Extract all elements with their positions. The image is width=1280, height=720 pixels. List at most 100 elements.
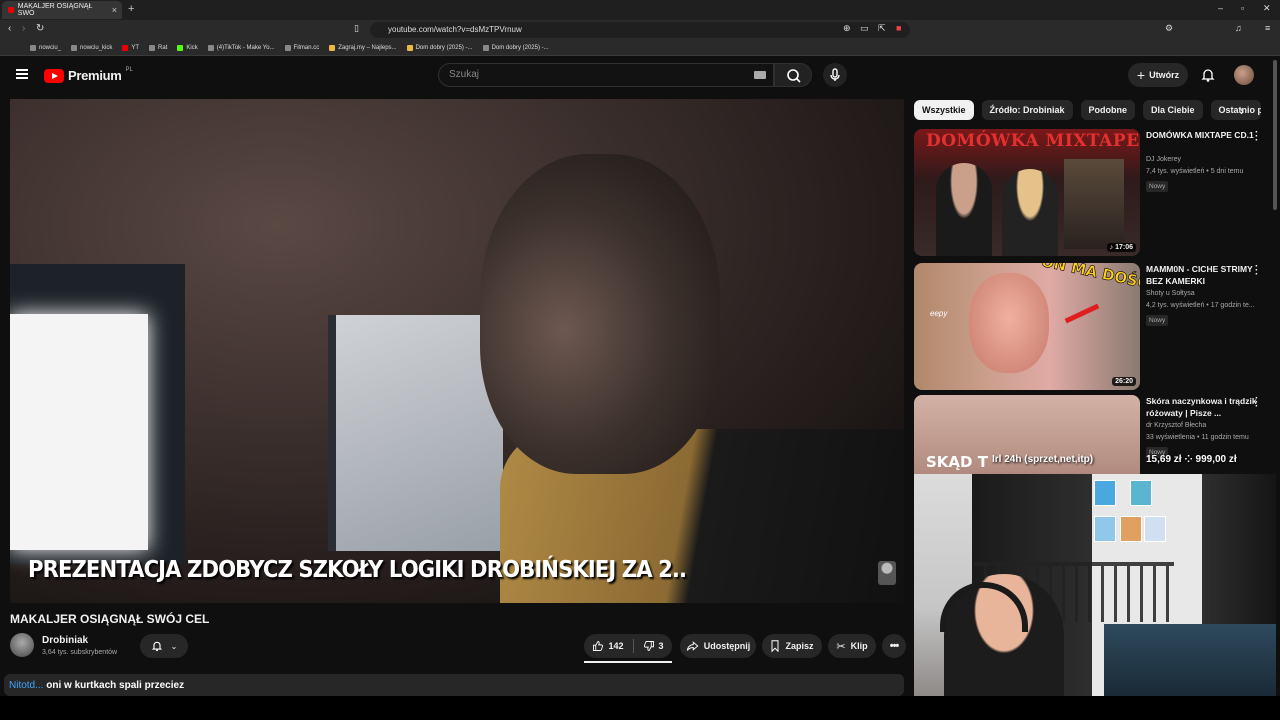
bookmark-favicon-icon	[329, 44, 336, 51]
subscribed-notifications-button[interactable]: ⌄	[140, 634, 188, 658]
chip-related[interactable]: Podobne	[1080, 100, 1136, 120]
notifications-bell-icon[interactable]	[1200, 67, 1216, 83]
extension-icon[interactable]: ■	[896, 23, 901, 33]
channel-avatar[interactable]	[10, 633, 34, 657]
bottom-bar	[0, 696, 1280, 720]
live-comment: Nitotd... oni w kurtkach spali przeciez	[9, 680, 184, 691]
webcam-poster	[1144, 516, 1166, 542]
bookmark-item[interactable]: Kick	[177, 44, 198, 51]
browser-menu-icon[interactable]: ≡	[1265, 23, 1270, 33]
tab-title: MAKALJER OSIĄGNĄŁ SWÓ	[17, 3, 93, 17]
recommendation-title[interactable]: Skóra naczynkowa i trądzik różowaty | Pi…	[1146, 395, 1258, 419]
thumbnail-person	[969, 273, 1049, 373]
filter-chips: Wszystkie Źródło: Drobiniak Podobne Dla …	[914, 100, 1261, 120]
minimize-icon[interactable]: –	[1218, 3, 1223, 13]
cast-icon[interactable]: ▭	[860, 23, 869, 34]
reload-icon[interactable]: ↻	[36, 23, 44, 34]
like-divider	[632, 639, 634, 653]
bookmark-favicon-icon	[482, 44, 489, 51]
chevron-right-icon[interactable]: ›	[1240, 104, 1244, 118]
streamer-webcam	[914, 474, 1276, 696]
search-button[interactable]	[774, 63, 812, 87]
share-page-icon[interactable]: ⇱	[878, 23, 886, 34]
forward-icon[interactable]: ›	[22, 23, 25, 34]
bookmark-item[interactable]: Dom dobry (2025) -...	[482, 44, 549, 51]
channel-name[interactable]: Drobiniak	[42, 635, 88, 646]
maximize-icon[interactable]: ▫	[1241, 3, 1244, 13]
dislike-button[interactable]: 3	[643, 640, 664, 652]
recommendation-channel[interactable]: dr Krzysztof Błecha	[1146, 422, 1206, 429]
new-badge: Nowy	[1146, 181, 1169, 192]
bookmark-item[interactable]: nowciu_kick	[71, 44, 112, 51]
close-tab-icon[interactable]: ×	[112, 5, 117, 15]
bookmark-favicon-icon	[122, 44, 129, 51]
bookmark-item[interactable]: (4)TikTok - Make Yo...	[207, 44, 275, 51]
duration-badge: ♪ 17:06	[1106, 243, 1136, 252]
bookmark-item[interactable]: Rat	[149, 44, 167, 51]
thumbnail-person	[936, 163, 992, 256]
save-button[interactable]: Zapisz	[762, 634, 822, 658]
more-actions-button[interactable]: •••	[882, 634, 906, 658]
bookmark-item[interactable]: YT	[122, 44, 139, 51]
hamburger-menu-icon[interactable]	[16, 69, 28, 79]
share-label: Udostępnij	[703, 641, 751, 651]
create-button[interactable]: + Utwórz	[1128, 63, 1188, 87]
recommendation-meta: 7,4 tys. wyświetleń • 5 dni temu	[1146, 168, 1244, 175]
channel-watermark-icon[interactable]	[878, 561, 896, 585]
clip-button[interactable]: ✂ Klip	[828, 634, 876, 658]
duration-badge: 26:20	[1112, 377, 1136, 386]
subscriber-count: 3,64 tys. subskrybentów	[42, 649, 118, 656]
recommendation-channel[interactable]: DJ Jokerey	[1146, 156, 1181, 163]
bookmark-item[interactable]: Dom dobry (2025) -...	[406, 44, 473, 51]
chip-source[interactable]: Źródło: Drobiniak	[981, 100, 1073, 120]
media-icon[interactable]: ♫	[1235, 23, 1242, 33]
zoom-icon[interactable]: ⊕	[843, 23, 851, 34]
window-close-icon[interactable]: ✕	[1263, 3, 1271, 14]
recommendation-title[interactable]: MAMM0N - CICHE STRIMY BEZ KAMERKI	[1146, 263, 1258, 287]
youtube-play-logo-icon	[44, 68, 64, 83]
comment-username[interactable]: Nitotd...	[9, 680, 43, 691]
bookmark-item[interactable]: Zagraj.my – Najleps...	[329, 44, 397, 51]
extensions-icon[interactable]: ⚙	[1165, 23, 1173, 34]
bookmark-item[interactable]: nowciu_	[30, 44, 61, 51]
new-tab-icon[interactable]: +	[128, 3, 134, 15]
more-vertical-icon[interactable]: · · ·	[1255, 128, 1258, 146]
new-badge: Nowy	[1146, 315, 1169, 326]
recommendation-item[interactable]: eepy ON MA DOŚĆ?? 26:20 MAMM0N - CICHE S…	[914, 262, 1274, 391]
video-caption: PREZENTACJA ZDOBYCZ SZKOŁY LOGIKI DROBIŃ…	[28, 557, 687, 583]
bookmark-page-icon[interactable]: ▯	[354, 23, 359, 34]
bookmark-favicon-icon	[284, 44, 291, 51]
video-scene-monitor	[328, 315, 503, 551]
video-thumbnail[interactable]: eepy ON MA DOŚĆ?? 26:20	[914, 263, 1140, 390]
keyboard-icon[interactable]	[754, 71, 766, 79]
browser-tab[interactable]: MAKALJER OSIĄGNĄŁ SWÓ ×	[2, 1, 122, 19]
webcam-poster	[1094, 516, 1116, 542]
more-vertical-icon[interactable]: · · ·	[1255, 395, 1258, 412]
youtube-logo[interactable]: Premium PL	[44, 66, 133, 83]
back-icon[interactable]: ‹	[8, 23, 11, 34]
video-thumbnail[interactable]: DOMÓWKA MIXTAPE ♪ 17:06	[914, 129, 1140, 256]
recommendation-channel[interactable]: Shoty u Sołtysa	[1146, 290, 1195, 297]
logo-region: PL	[125, 66, 133, 73]
bookmark-item[interactable]: Filman.cc	[284, 44, 319, 51]
chip-for-you[interactable]: Dla Ciebie	[1143, 100, 1203, 120]
page-scrollbar[interactable]	[1273, 60, 1277, 210]
chip-recent[interactable]: Ostatnio pr	[1210, 100, 1261, 120]
share-button[interactable]: Udostępnij	[680, 634, 756, 658]
like-dislike-group: 142 3	[584, 634, 672, 658]
recommendation-item[interactable]: DOMÓWKA MIXTAPE ♪ 17:06 DOMÓWKA MIXTAPE …	[914, 128, 1274, 257]
like-button[interactable]: 142	[592, 640, 624, 652]
thumbnail-arrow-icon	[1064, 303, 1100, 324]
recommendation-meta: 4,2 tys. wyświetleń • 17 godzin te...	[1146, 302, 1255, 309]
more-vertical-icon[interactable]: · · ·	[1255, 262, 1258, 280]
logo-text: Premium	[68, 68, 122, 83]
chip-all[interactable]: Wszystkie	[914, 100, 974, 120]
search-input[interactable]: Szukaj	[438, 63, 774, 87]
youtube-header: Premium PL Szukaj + Utwórz	[0, 57, 1280, 93]
recommendation-title[interactable]: DOMÓWKA MIXTAPE CD.1	[1146, 129, 1258, 141]
url-field[interactable]: youtube.com/watch?v=dsMzTPVrnuw	[370, 22, 910, 38]
video-player[interactable]: PREZENTACJA ZDOBYCZ SZKOŁY LOGIKI DROBIŃ…	[10, 99, 904, 603]
video-title: MAKALJER OSIĄGNĄŁ SWÓJ CEL	[10, 612, 210, 626]
voice-search-button[interactable]	[823, 63, 847, 87]
account-avatar[interactable]	[1234, 65, 1254, 85]
